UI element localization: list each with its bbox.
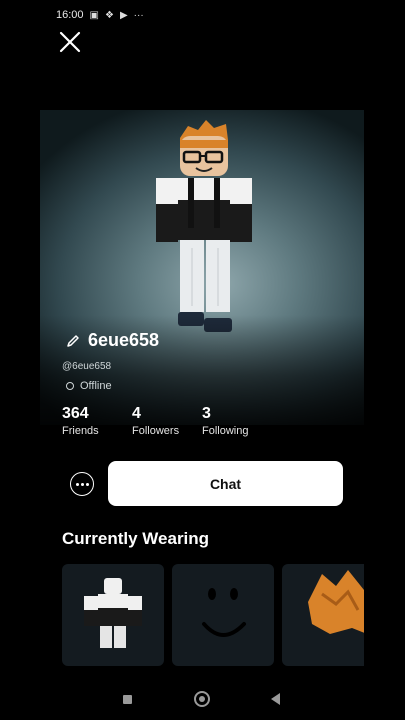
outfit-thumbnail-icon — [84, 578, 142, 648]
play-icon: ▶ — [119, 9, 128, 21]
section-title-currently-wearing: Currently Wearing — [62, 529, 210, 548]
chat-button[interactable]: Chat — [108, 461, 343, 506]
status-bar: 16:00 ▣ ❖ ▶ ··· — [0, 0, 405, 30]
stat-label: Followers — [132, 425, 180, 437]
presence-label: Offline — [80, 380, 112, 392]
wearing-items-carousel[interactable] — [62, 564, 364, 668]
wearing-item-hair[interactable] — [282, 564, 364, 666]
dot — [75, 482, 79, 486]
recents-icon[interactable] — [123, 695, 132, 704]
stat-following[interactable]: 3 Following — [202, 405, 248, 437]
close-icon — [59, 31, 81, 53]
system-nav-bar — [0, 680, 405, 720]
close-button[interactable] — [56, 28, 84, 56]
dot — [85, 482, 89, 486]
smile-face-icon — [202, 588, 246, 637]
wearing-item-outfit[interactable] — [62, 564, 164, 666]
stat-value: 364 — [62, 405, 89, 422]
dropbox-icon: ❖ — [104, 9, 114, 21]
avatar-showcase — [40, 110, 364, 425]
presence-status: Offline — [66, 380, 112, 392]
stat-value: 4 — [132, 405, 141, 422]
stat-followers[interactable]: 4 Followers — [132, 405, 179, 437]
orange-hair-icon — [308, 570, 364, 634]
pencil-icon[interactable] — [66, 334, 80, 348]
stat-value: 3 — [202, 405, 211, 422]
stat-friends[interactable]: 364 Friends — [62, 405, 99, 437]
username-row[interactable]: 6eue658 — [66, 330, 159, 351]
stat-label: Following — [202, 425, 249, 437]
dot — [80, 482, 84, 486]
more-options-button[interactable] — [70, 472, 94, 496]
wearing-item-face[interactable] — [172, 564, 274, 666]
avatar-figure — [156, 120, 252, 332]
user-handle: @6eue658 — [62, 361, 112, 372]
display-name: 6eue658 — [88, 330, 160, 350]
status-time: 16:00 — [56, 9, 84, 21]
stat-label: Friends — [62, 425, 99, 437]
back-icon[interactable] — [271, 693, 280, 705]
presence-icon — [66, 382, 74, 390]
more-dots: ··· — [133, 9, 144, 21]
home-icon[interactable] — [194, 691, 210, 707]
notification-icon: ▣ — [89, 9, 99, 21]
